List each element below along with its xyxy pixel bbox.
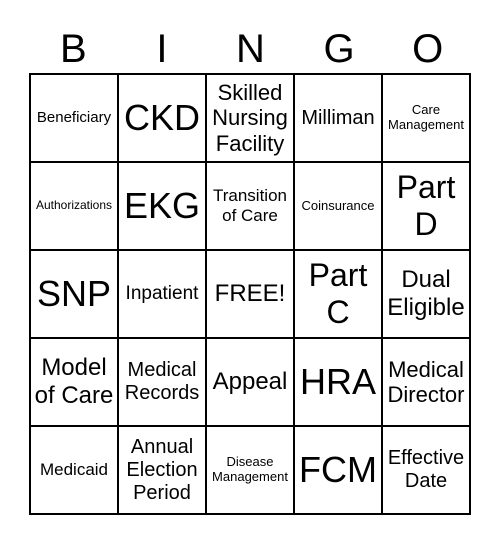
bingo-cell[interactable]: Beneficiary <box>30 74 118 162</box>
bingo-cell[interactable]: HRA <box>294 338 382 426</box>
bingo-cell[interactable]: Effective Date <box>382 426 470 514</box>
bingo-cell[interactable]: Skilled Nursing Facility <box>206 74 294 162</box>
header-letter-g: G <box>323 27 355 71</box>
bingo-cell[interactable]: Disease Management <box>206 426 294 514</box>
bingo-cell[interactable]: Model of Care <box>30 338 118 426</box>
bingo-cell[interactable]: SNP <box>30 250 118 338</box>
bingo-cell[interactable]: Authorizations <box>30 162 118 250</box>
header-letter-o: O <box>412 27 444 71</box>
bingo-cell[interactable]: Appeal <box>206 338 294 426</box>
bingo-cell[interactable]: Milliman <box>294 74 382 162</box>
bingo-cell[interactable]: Care Management <box>382 74 470 162</box>
bingo-cell[interactable]: Dual Eligible <box>382 250 470 338</box>
bingo-cell[interactable]: Coinsurance <box>294 162 382 250</box>
bingo-cell[interactable]: FREE! <box>206 250 294 338</box>
bingo-cell[interactable]: Inpatient <box>118 250 206 338</box>
header-letter-i: I <box>156 27 168 71</box>
header-letter-n: N <box>236 27 265 71</box>
bingo-grid: Beneficiary CKD Skilled Nursing Facility Mi… <box>29 73 471 515</box>
bingo-cell[interactable]: Part C <box>294 250 382 338</box>
bingo-cell[interactable]: Transition of Care <box>206 162 294 250</box>
bingo-cell[interactable]: Medicaid <box>30 426 118 514</box>
bingo-cell[interactable]: CKD <box>118 74 206 162</box>
bingo-header: B I N G O <box>29 24 472 74</box>
bingo-cell[interactable]: EKG <box>118 162 206 250</box>
bingo-cell[interactable]: Medical Records <box>118 338 206 426</box>
bingo-cell[interactable]: Medical Director <box>382 338 470 426</box>
bingo-cell[interactable]: Part D <box>382 162 470 250</box>
bingo-cell[interactable]: Annual Election Period <box>118 426 206 514</box>
bingo-cell[interactable]: FCM <box>294 426 382 514</box>
header-letter-b: B <box>59 27 87 71</box>
